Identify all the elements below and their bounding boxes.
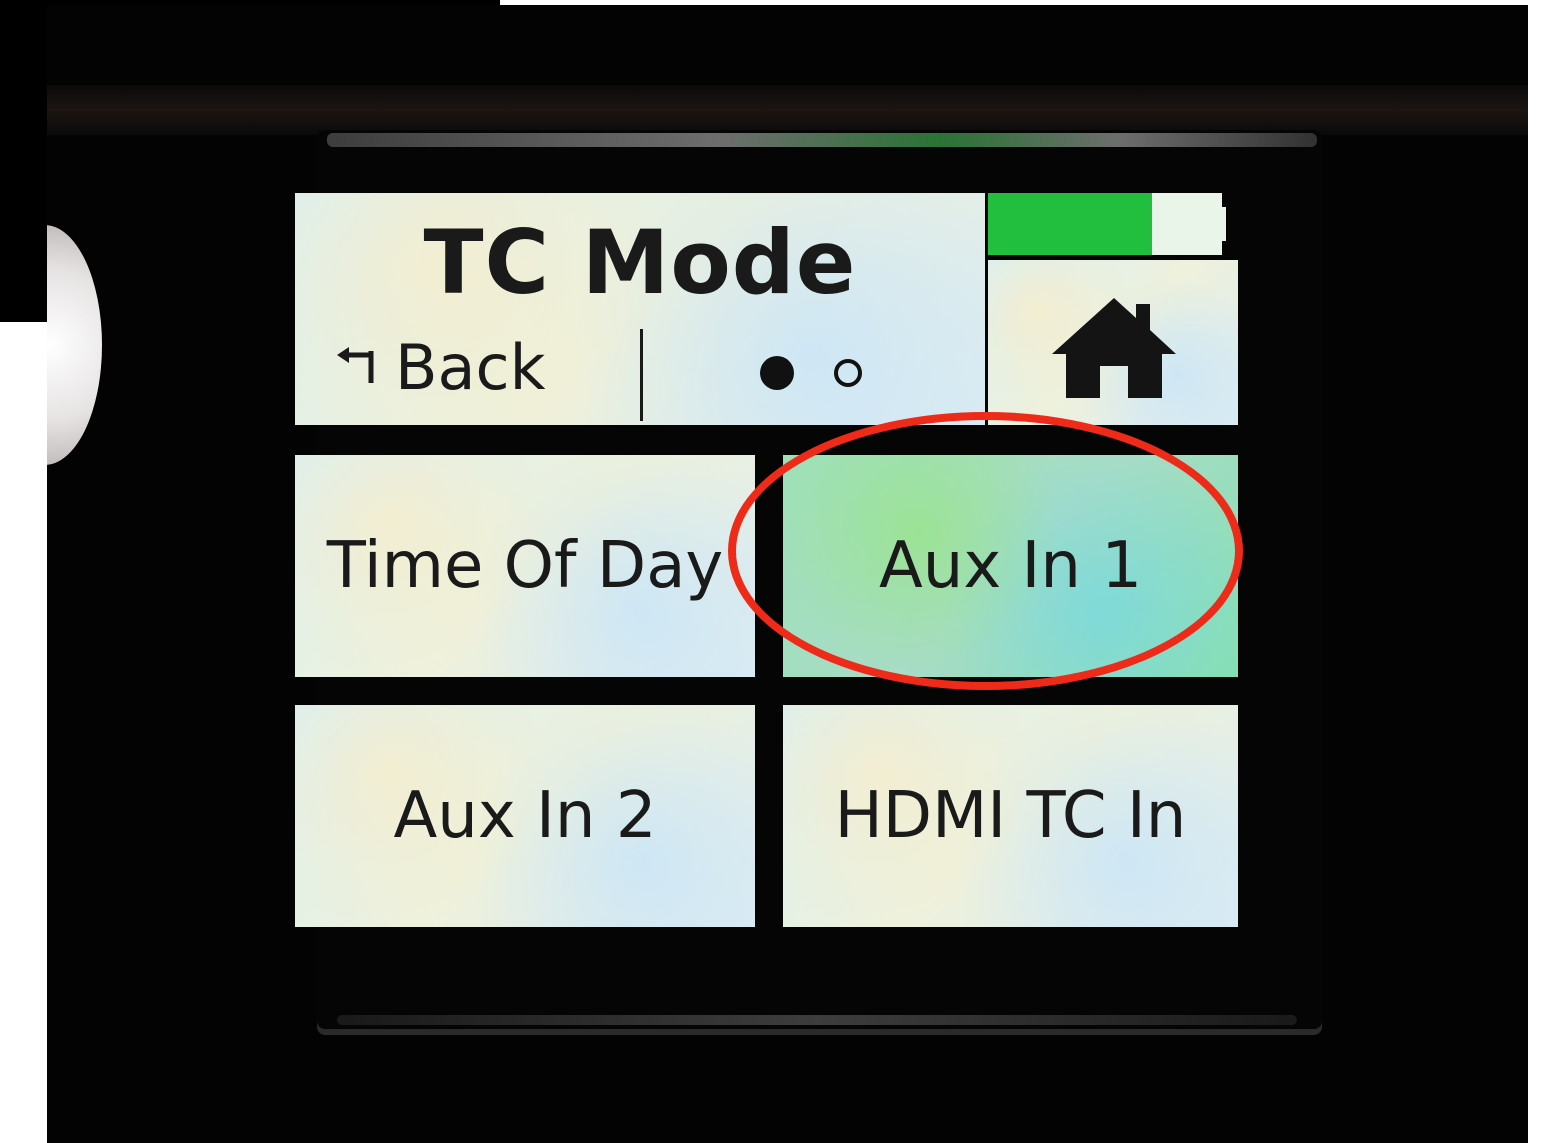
device-knob bbox=[47, 225, 102, 465]
option-hdmi-tc-in[interactable]: HDMI TC In bbox=[783, 705, 1238, 927]
home-icon bbox=[1044, 292, 1184, 406]
glass-reflection bbox=[327, 133, 1317, 147]
page-title: TC Mode bbox=[423, 211, 857, 314]
battery-fill bbox=[988, 193, 1152, 255]
header-divider bbox=[640, 329, 643, 421]
header-panel: TC Mode Back bbox=[295, 193, 985, 425]
glass-reflection-bottom bbox=[337, 1015, 1297, 1025]
back-arrow-icon bbox=[335, 347, 379, 387]
battery-body bbox=[988, 193, 1222, 255]
back-label: Back bbox=[395, 330, 546, 404]
device-bezel bbox=[47, 85, 1528, 135]
page-dot-active bbox=[760, 356, 794, 390]
option-label: HDMI TC In bbox=[834, 779, 1187, 853]
battery-indicator bbox=[988, 193, 1238, 255]
option-aux-in-2[interactable]: Aux In 2 bbox=[295, 705, 755, 927]
option-time-of-day[interactable]: Time Of Day bbox=[295, 455, 755, 677]
option-aux-in-1[interactable]: Aux In 1 bbox=[783, 455, 1238, 677]
page-indicator bbox=[760, 356, 862, 390]
option-label: Aux In 1 bbox=[878, 529, 1143, 603]
page-dot-inactive bbox=[834, 359, 862, 387]
option-label: Aux In 2 bbox=[393, 779, 657, 853]
option-label: Time Of Day bbox=[326, 529, 724, 603]
battery-tip bbox=[1210, 207, 1226, 241]
back-button[interactable]: Back bbox=[335, 330, 546, 404]
left-black-region bbox=[0, 0, 47, 322]
home-button[interactable] bbox=[988, 260, 1238, 425]
